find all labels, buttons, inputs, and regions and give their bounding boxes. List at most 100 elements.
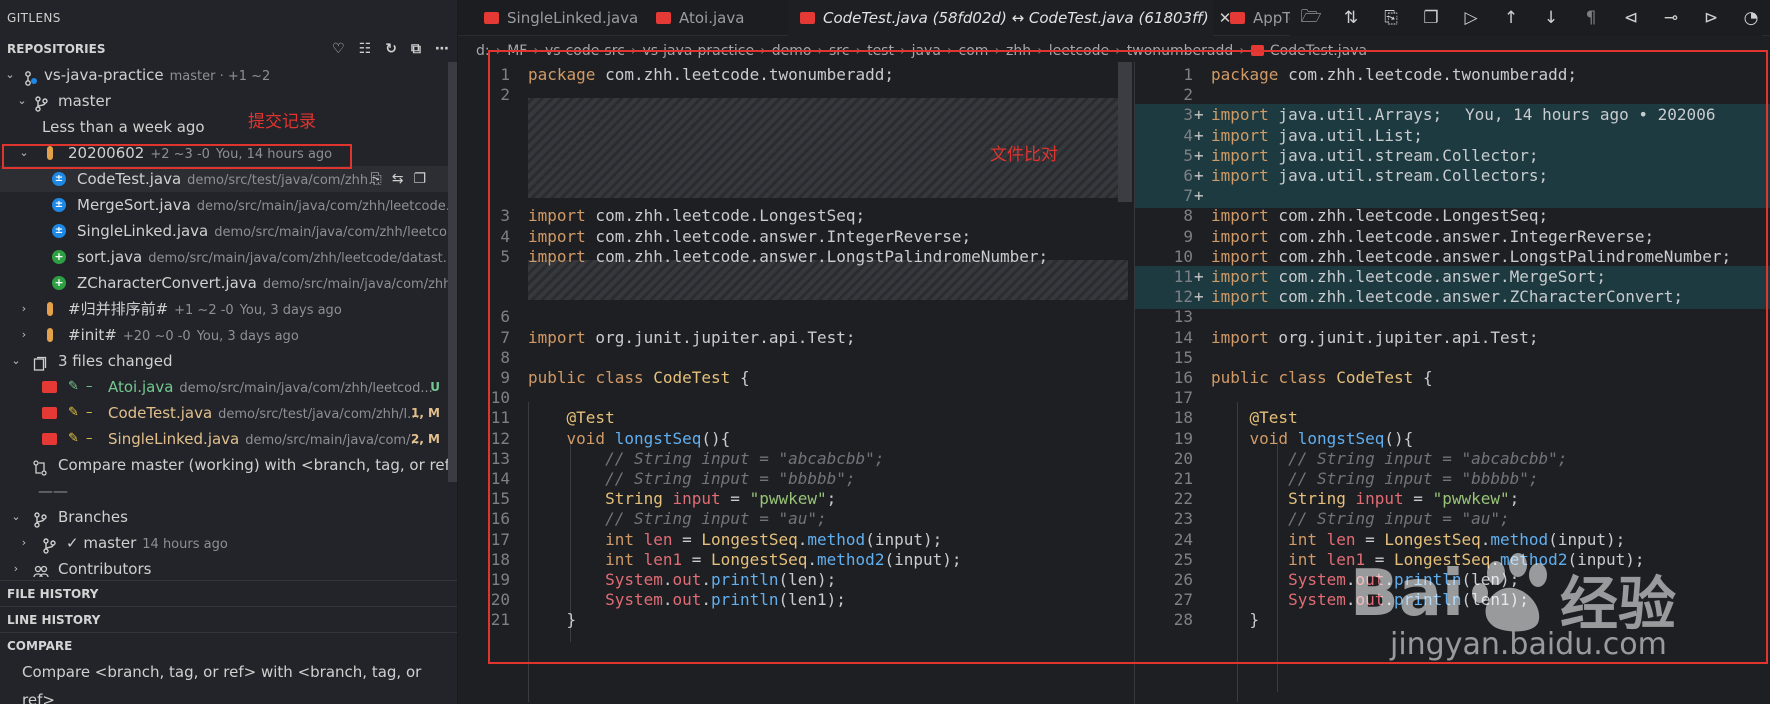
status-badge: U (430, 380, 440, 394)
commit-file-row[interactable]: ± CodeTest.java demo/src/test/java/com/zh… (0, 166, 448, 192)
divider: —— (0, 478, 448, 504)
repo-name: vs-java-practice (44, 66, 164, 84)
dash-separator: – (86, 405, 93, 420)
file-name: sort.java (77, 248, 143, 266)
branch-node[interactable]: ⌄ master (0, 88, 448, 114)
java-file-icon (484, 12, 499, 24)
modified-file-icon: ± (52, 172, 66, 186)
pilcrow-icon[interactable]: ¶ (1580, 8, 1602, 28)
chevron-right-icon[interactable]: › (16, 296, 32, 322)
refresh-icon[interactable]: ↻ (385, 36, 397, 62)
sidebar-scrollbar[interactable] (448, 62, 457, 482)
branches-label: Branches (58, 508, 128, 526)
files-changed-label: 3 files changed (58, 352, 173, 370)
commit-icon (47, 302, 53, 316)
tab-codetest-diff[interactable]: CodeTest.java (58fd02d) ↔ CodeTest.java … (788, 0, 1231, 36)
contributors-node[interactable]: › Contributors (0, 556, 448, 580)
compare-item[interactable]: Compare <branch, tag, or ref> with <bran… (0, 658, 457, 704)
commit-highlight-box (2, 144, 352, 169)
file-name: Atoi.java (108, 378, 174, 396)
file-name: CodeTest.java (108, 404, 213, 422)
commit-node[interactable]: › #归并排序前# +1 ~2 -0 You, 3 days ago (0, 296, 448, 322)
repositories-header[interactable]: REPOSITORIES ♡ ☷ ↻ ⧉ ⋯ (0, 36, 457, 62)
commit-node[interactable]: › #init# +20 ~0 -0 You, 3 days ago (0, 322, 448, 348)
file-path: demo/src/test/java/com/zhh/l... (218, 407, 420, 422)
arrow-down-icon[interactable]: ↓ (1540, 8, 1562, 28)
git-branch-icon (34, 94, 48, 112)
branches-node[interactable]: ⌄ Branches (0, 504, 448, 530)
compare-working-label: Compare master (working) with <branch, t… (58, 456, 458, 474)
copy-icon[interactable]: ❐ (413, 171, 436, 187)
commit-file-row[interactable]: + sort.java demo/src/main/java/com/zhh/le… (0, 244, 455, 270)
changed-file-row[interactable]: ✎ – SingleLinked.java demo/src/main/java/… (0, 426, 448, 452)
file-path: demo/src/main/java/com/zhh/leetco... (214, 225, 458, 240)
compare-icon (33, 458, 47, 476)
repo-node[interactable]: ⌄ vs-java-practice master · +1 ~2 (0, 62, 448, 88)
repositories-actions: ♡ ☷ ↻ ⧉ ⋯ (332, 36, 449, 62)
chevron-right-icon[interactable]: › (16, 530, 32, 556)
chevron-right-icon[interactable]: › (16, 322, 32, 348)
file-path: demo/src/main/java/com/zhh/... (262, 277, 458, 292)
panel-title: GITLENS (7, 11, 61, 25)
chevron-down-icon[interactable]: ⌄ (14, 88, 30, 114)
editor-toolbar: 🗁 ⇅ ⎘ ❐ ▷ ↑ ↓ ¶ ⊲ ⊸ ⊳ ◔ (1290, 0, 1762, 36)
collapse-all-icon[interactable]: ⧉ (411, 36, 421, 62)
commit-hash: #归并排序前# (68, 300, 169, 318)
open-file-icon[interactable]: ⎘ (371, 171, 392, 187)
files-icon (33, 354, 47, 371)
compare-changes-icon[interactable]: ⇅ (1340, 8, 1362, 28)
tab-singlelinked[interactable]: SingleLinked.java (470, 0, 639, 36)
line-history-header[interactable]: LINE HISTORY (0, 606, 457, 632)
commit-when: You, 3 days ago (196, 329, 299, 344)
compare-icon[interactable]: ⇆ (392, 171, 414, 187)
commit-node-icon[interactable]: ⊸ (1660, 8, 1682, 28)
run-icon[interactable]: ▷ (1460, 8, 1482, 28)
contributors-icon (33, 562, 49, 578)
git-branch-icon (42, 536, 56, 554)
commit-icon (47, 328, 53, 342)
row-actions: ⎘⇆❐ (371, 166, 437, 192)
added-file-icon: + (52, 250, 66, 264)
chevron-right-icon[interactable]: › (8, 556, 24, 580)
chevron-down-icon[interactable]: ⌄ (8, 504, 24, 530)
compare-header[interactable]: COMPARE (0, 632, 457, 658)
pencil-icon: ✎ (68, 405, 79, 420)
commit-stats: +20 ~0 -0 (122, 329, 191, 344)
compare-working-node[interactable]: Compare master (working) with <branch, t… (0, 452, 457, 478)
chevron-down-icon[interactable]: ⌄ (2, 62, 18, 88)
open-file-at-revision-icon[interactable]: ⎘ (1380, 8, 1402, 28)
file-name: CodeTest.java (77, 170, 182, 188)
commit-file-row[interactable]: ± MergeSort.java demo/src/main/java/com/z… (0, 192, 457, 218)
tab-atoi[interactable]: Atoi.java (642, 0, 770, 36)
file-name: MergeSort.java (77, 196, 191, 214)
branch-item-name: master (83, 534, 137, 552)
commit-when: You, 3 days ago (239, 303, 342, 318)
tab-label: CodeTest.java (58fd02d) ↔ CodeTest.java … (823, 9, 1209, 27)
file-name: SingleLinked.java (108, 430, 240, 448)
previous-change-icon[interactable]: ⊲ (1620, 8, 1642, 28)
branch-item-when: 14 hours ago (142, 537, 228, 552)
java-file-icon (42, 381, 57, 393)
branch-item-master[interactable]: › ✓ master 14 hours ago (0, 530, 448, 556)
file-path: demo/src/test/java/com/zhh... (187, 173, 381, 188)
java-file-icon (800, 12, 815, 24)
copy-icon[interactable]: ❐ (1420, 8, 1442, 28)
commit-file-row[interactable]: ± SingleLinked.java demo/src/main/java/co… (0, 218, 457, 244)
open-file-icon[interactable]: 🗁 (1300, 4, 1322, 33)
layout-toggle-icon[interactable]: ☷ (359, 36, 372, 62)
changed-file-row[interactable]: ✎ – Atoi.java demo/src/main/java/com/zhh/… (0, 374, 448, 400)
favorite-icon[interactable]: ♡ (332, 36, 345, 62)
commit-file-row[interactable]: + ZCharacterConvert.java demo/src/main/ja… (0, 270, 457, 296)
next-change-icon[interactable]: ⊳ (1700, 8, 1722, 28)
files-changed-node[interactable]: ⌄ 3 files changed (0, 348, 448, 374)
divider-text: —— (38, 482, 68, 500)
history-toggle-icon[interactable]: ◔ (1740, 8, 1762, 28)
file-history-header[interactable]: FILE HISTORY (0, 580, 457, 606)
file-path: demo/src/main/java/com/zhh/leetcod... (179, 381, 433, 396)
more-actions-icon[interactable]: ⋯ (435, 36, 449, 62)
chevron-down-icon[interactable]: ⌄ (8, 348, 24, 374)
changed-file-row[interactable]: ✎ – CodeTest.java demo/src/test/java/com/… (0, 400, 448, 426)
tab-label: SingleLinked.java (507, 9, 639, 27)
arrow-up-icon[interactable]: ↑ (1500, 8, 1522, 28)
file-name: ZCharacterConvert.java (77, 274, 257, 292)
